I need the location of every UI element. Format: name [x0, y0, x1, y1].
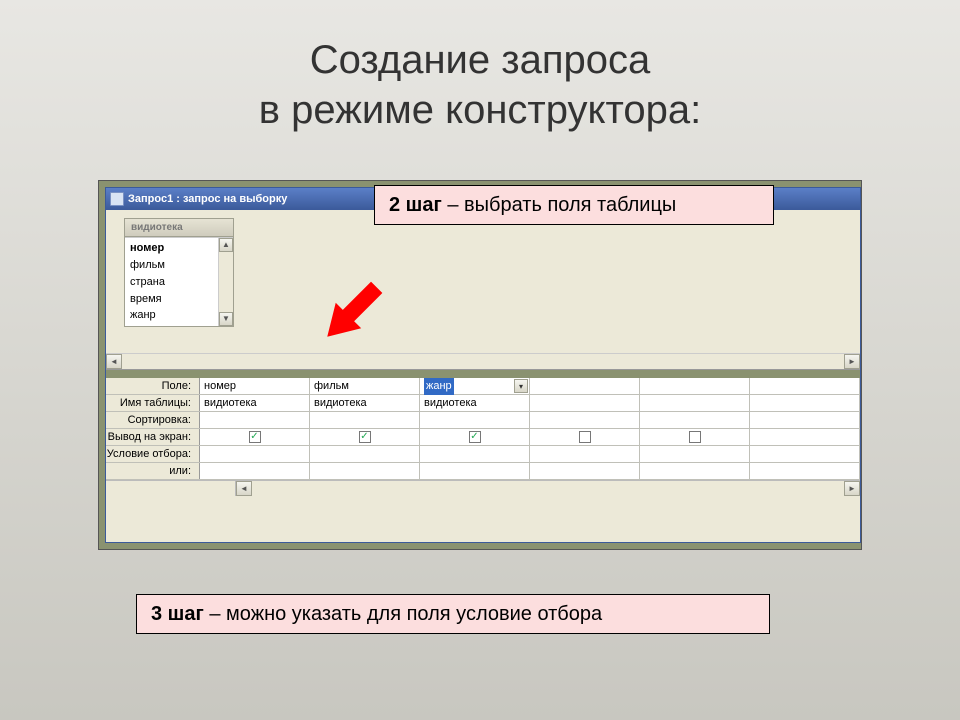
design-grid: Поле:номерфильмжанр▾Имя таблицы:видиотек…	[106, 378, 860, 496]
grid-cell[interactable]	[420, 446, 530, 462]
field-item[interactable]: время	[125, 291, 218, 308]
grid-row-label: или:	[106, 463, 200, 479]
field-item[interactable]: фильм	[125, 257, 218, 274]
field-item[interactable]: страна	[125, 274, 218, 291]
access-window: Запрос1 : запрос на выборку видиотека но…	[98, 180, 862, 550]
source-table-header[interactable]: видиотека	[125, 219, 233, 237]
grid-cell[interactable]	[640, 463, 750, 479]
grid-cell[interactable]: видиотека	[310, 395, 420, 411]
callout-step-3-text: – можно указать для поля условие отбора	[204, 603, 602, 625]
show-checkbox[interactable]	[579, 431, 591, 443]
grid-row-label: Поле:	[106, 378, 200, 394]
grid-cell[interactable]	[530, 429, 640, 445]
grid-cell[interactable]: ✓	[200, 429, 310, 445]
grid-cell[interactable]	[640, 446, 750, 462]
grid-row: Вывод на экран: ✓ ✓ ✓	[106, 429, 860, 446]
grid-cell[interactable]	[750, 412, 860, 428]
grid-cell[interactable]	[530, 412, 640, 428]
grid-cell[interactable]	[640, 412, 750, 428]
table-sources-pane: видиотека номерфильмстранавремяжанр ▲ ▼ …	[106, 210, 860, 370]
title-line-1: Создание запроса	[310, 38, 651, 82]
grid-cell[interactable]	[750, 378, 860, 394]
query-designer-window: Запрос1 : запрос на выборку видиотека но…	[105, 187, 861, 543]
scroll-left-icon[interactable]: ◄	[236, 481, 252, 496]
title-line-2: в режиме конструктора:	[259, 88, 701, 132]
grid-cell[interactable]: видиотека	[200, 395, 310, 411]
grid-cell[interactable]: фильм	[310, 378, 420, 394]
source-table-box[interactable]: видиотека номерфильмстранавремяжанр ▲ ▼	[124, 218, 234, 327]
grid-row: Сортировка:	[106, 412, 860, 429]
show-checkbox[interactable]	[689, 431, 701, 443]
grid-cell[interactable]	[420, 412, 530, 428]
scroll-up-icon[interactable]: ▲	[219, 238, 233, 252]
field-item[interactable]: жанр	[125, 307, 218, 324]
grid-row-label: Сортировка:	[106, 412, 200, 428]
show-checkbox[interactable]: ✓	[249, 431, 261, 443]
show-checkbox[interactable]: ✓	[359, 431, 371, 443]
grid-cell[interactable]	[750, 395, 860, 411]
callout-step-3-bold: 3 шаг	[151, 603, 204, 625]
grid-row: Имя таблицы:видиотекавидиотекавидиотека	[106, 395, 860, 412]
scroll-right-icon[interactable]: ►	[844, 481, 860, 496]
scroll-track[interactable]	[122, 354, 844, 369]
grid-row-label: Имя таблицы:	[106, 395, 200, 411]
grid-cell[interactable]	[530, 395, 640, 411]
grid-cell[interactable]	[530, 446, 640, 462]
grid-row: Поле:номерфильмжанр ▾	[106, 378, 860, 395]
grid-cell[interactable]	[640, 378, 750, 394]
field-list-scrollbar[interactable]: ▲ ▼	[218, 238, 233, 326]
slide-title: Создание запроса в режиме конструктора:	[0, 35, 960, 135]
callout-step-2: 2 шаг – выбрать поля таблицы	[374, 185, 774, 225]
grid-cell[interactable]: жанр ▾	[420, 378, 530, 394]
grid-cell[interactable]	[310, 446, 420, 462]
scroll-track[interactable]	[219, 252, 233, 312]
scroll-left-icon[interactable]: ◄	[106, 354, 122, 369]
grid-cell[interactable]	[200, 463, 310, 479]
upper-hscrollbar[interactable]: ◄ ►	[106, 353, 860, 369]
grid-cell[interactable]	[200, 446, 310, 462]
callout-step-2-bold: 2 шаг	[389, 194, 442, 216]
grid-cell[interactable]	[200, 412, 310, 428]
grid-cell[interactable]	[530, 378, 640, 394]
document-icon	[110, 192, 124, 206]
grid-cell[interactable]: ✓	[420, 429, 530, 445]
grid-cell[interactable]	[640, 429, 750, 445]
callout-step-2-text: – выбрать поля таблицы	[442, 194, 677, 216]
grid-cell[interactable]	[750, 429, 860, 445]
dropdown-icon[interactable]: ▾	[514, 379, 528, 393]
grid-hscrollbar[interactable]: ◄►	[106, 480, 860, 496]
grid-row: или:	[106, 463, 860, 480]
grid-row: Условие отбора:	[106, 446, 860, 463]
scroll-track[interactable]	[252, 481, 844, 496]
grid-cell[interactable]: ✓	[310, 429, 420, 445]
grid-cell[interactable]	[310, 412, 420, 428]
grid-row-label: Вывод на экран:	[106, 429, 200, 445]
grid-cell[interactable]	[420, 463, 530, 479]
scroll-down-icon[interactable]: ▼	[219, 312, 233, 326]
grid-cell[interactable]: видиотека	[420, 395, 530, 411]
grid-cell[interactable]	[640, 395, 750, 411]
grid-cell[interactable]	[750, 463, 860, 479]
grid-row-label: Условие отбора:	[106, 446, 200, 462]
scroll-spacer	[106, 481, 236, 496]
grid-cell[interactable]	[310, 463, 420, 479]
show-checkbox[interactable]: ✓	[469, 431, 481, 443]
scroll-right-icon[interactable]: ►	[844, 354, 860, 369]
field-item[interactable]: номер	[125, 240, 218, 257]
callout-step-3: 3 шаг – можно указать для поля условие о…	[136, 594, 770, 634]
titlebar-text: Запрос1 : запрос на выборку	[128, 193, 287, 205]
grid-cell[interactable]: номер	[200, 378, 310, 394]
grid-cell[interactable]	[750, 446, 860, 462]
selected-field-text: жанр	[424, 378, 454, 395]
grid-cell[interactable]	[530, 463, 640, 479]
field-list[interactable]: номерфильмстранавремяжанр	[125, 238, 218, 326]
